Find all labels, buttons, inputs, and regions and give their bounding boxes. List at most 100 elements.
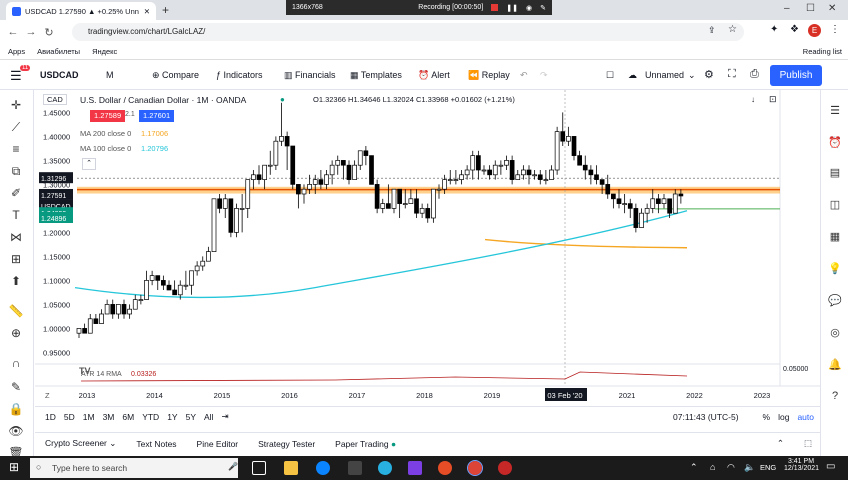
language-indicator[interactable]: ENG	[760, 463, 776, 472]
microphone-icon[interactable]: 🎤	[228, 462, 238, 471]
volume-icon[interactable]: 🔈	[744, 462, 755, 473]
url-field[interactable]: tradingview.com/chart/LGalcLAZ/	[72, 23, 744, 41]
ma200-label[interactable]: MA 200 close 0	[80, 129, 131, 138]
alerts-list-icon[interactable]: ⏰	[828, 136, 842, 149]
camera-icon[interactable]: ◉	[526, 4, 532, 12]
streams-icon[interactable]: ◎	[828, 326, 842, 339]
maximize-panel-icon[interactable]: ⬚	[804, 438, 820, 449]
bookmark-star-icon[interactable]: ☆	[728, 24, 737, 35]
templates-button[interactable]: ▦ Templates	[350, 70, 402, 81]
range-5d[interactable]: 5D	[64, 412, 75, 422]
tab-crypto-screener[interactable]: Crypto Screener ⌄	[45, 438, 116, 449]
layout-icon[interactable]: ☐	[606, 70, 614, 81]
range-5y[interactable]: 5Y	[186, 412, 196, 422]
crosshair-icon[interactable]: ✛	[8, 98, 24, 112]
layout-name[interactable]: Unnamed	[645, 70, 684, 80]
wifi-icon[interactable]: ◠	[727, 462, 735, 473]
chart-area[interactable]: 1.45000 1.40000 1.35000 1.30000 1.20000 1.150…	[35, 90, 820, 406]
tab-strategy-tester[interactable]: Strategy Tester	[258, 439, 315, 449]
interval-selector[interactable]: M	[106, 70, 114, 80]
range-ytd[interactable]: YTD	[142, 412, 159, 422]
share-icon[interactable]: ⇪	[708, 25, 716, 36]
lock-icon[interactable]: 🔒	[8, 402, 24, 416]
range-1y[interactable]: 1Y	[167, 412, 177, 422]
redo-icon[interactable]: ↷	[540, 70, 548, 81]
chrome-icon[interactable]	[467, 460, 483, 476]
ruler-icon[interactable]: 📏	[8, 304, 24, 318]
chrome-alt-icon[interactable]	[438, 461, 452, 475]
trend-line-icon[interactable]: ⟋	[8, 120, 24, 135]
text-tool-icon[interactable]: T	[8, 208, 24, 222]
alert-button[interactable]: ⏰ Alert	[418, 70, 450, 81]
scroll-down-icon[interactable]: ↓	[751, 95, 755, 104]
tray-chevron-icon[interactable]: ⌃	[690, 462, 698, 473]
maximize-pane-icon[interactable]: ⊡	[769, 94, 777, 105]
bookmark-apps[interactable]: Apps	[8, 47, 25, 56]
bookmark-aviabilety[interactable]: Авиабилеты	[37, 47, 80, 56]
symbol-search[interactable]: USDCAD	[40, 70, 79, 80]
layout-chevron-icon[interactable]: ⌄	[688, 70, 696, 81]
clock[interactable]: 3:41 PM 12/13/2021	[784, 458, 819, 472]
range-6m[interactable]: 6M	[122, 412, 134, 422]
snapshot-camera-icon[interactable]: ⎙	[750, 68, 759, 81]
eye-icon[interactable]: 👁	[8, 424, 24, 438]
fib-icon[interactable]: ⧉	[8, 164, 24, 179]
chat-icon[interactable]: 💬	[828, 294, 842, 307]
calendar-icon[interactable]: ▦	[828, 230, 842, 243]
log-toggle[interactable]: log	[778, 412, 789, 422]
edge-icon[interactable]	[316, 461, 330, 475]
reload-icon[interactable]: ↻	[40, 26, 58, 39]
network-icon[interactable]: ⌂	[710, 462, 715, 472]
notifications-icon[interactable]: 🔔	[828, 358, 842, 371]
menu-icon[interactable]: ⋮	[830, 24, 840, 35]
ma100-label[interactable]: MA 100 close 0	[80, 144, 131, 153]
prediction-icon[interactable]: ⊞	[8, 252, 24, 266]
collapse-panel-icon[interactable]: ⌃	[777, 438, 784, 449]
browser-tab[interactable]: USDCAD 1.27590 ▲ +0.25% Unn ✕	[6, 2, 156, 20]
edge-beta-icon[interactable]	[378, 461, 392, 475]
bookmark-yandex[interactable]: Яндекс	[92, 47, 117, 56]
compare-button[interactable]: ⊕ Compare	[152, 70, 199, 81]
minimize-icon[interactable]: –	[784, 3, 790, 14]
puzzle-icon[interactable]: ❖	[790, 24, 799, 35]
main-menu-icon[interactable]: ☰	[10, 68, 22, 84]
sell-price[interactable]: 1.27589	[90, 110, 126, 122]
horizontal-lines-icon[interactable]: ≡	[8, 142, 24, 156]
publish-button[interactable]: Publish	[770, 65, 822, 86]
hotlists-icon[interactable]: ◫	[828, 198, 842, 211]
ideas-icon[interactable]: 💡	[828, 262, 842, 275]
data-window-icon[interactable]: ▤	[828, 166, 842, 179]
recorder-icon[interactable]	[498, 461, 512, 475]
range-1d[interactable]: 1D	[45, 412, 56, 422]
percent-toggle[interactable]: %	[763, 412, 771, 422]
pattern-icon[interactable]: ⋈	[8, 230, 24, 244]
zoom-in-icon[interactable]: ⊕	[8, 326, 24, 340]
replay-button[interactable]: ⏪ Replay	[468, 70, 510, 81]
windows-start-icon[interactable]: ⊞	[9, 460, 19, 474]
watchlist-icon[interactable]: ☰	[828, 104, 842, 117]
collapse-legend-icon[interactable]: ⌃	[82, 158, 96, 170]
stay-drawing-icon[interactable]: ✎	[8, 380, 24, 394]
currency-selector[interactable]: CAD	[43, 94, 67, 105]
taskbar-search[interactable]: ○ Type here to search 🎤	[30, 458, 238, 478]
brush-icon[interactable]: ✐	[8, 186, 24, 200]
icons-tool-icon[interactable]: ⬆	[8, 274, 24, 288]
settings-gear-icon[interactable]: ⚙	[704, 68, 714, 81]
back-icon[interactable]: ←	[4, 26, 22, 38]
indicators-button[interactable]: ƒ Indicators	[216, 70, 263, 80]
auto-toggle[interactable]: auto	[797, 412, 820, 422]
fullscreen-icon[interactable]: ⛶	[728, 68, 736, 81]
pause-record-icon[interactable]: ❚❚	[506, 4, 518, 12]
maximize-icon[interactable]: ☐	[806, 3, 815, 14]
goto-date-icon[interactable]: ⇥	[221, 411, 228, 422]
profile-avatar[interactable]: E	[808, 24, 821, 37]
range-1m[interactable]: 1M	[83, 412, 95, 422]
close-tab-icon[interactable]: ✕	[144, 7, 150, 16]
new-tab-button[interactable]: +	[162, 3, 169, 17]
help-icon[interactable]: ?	[828, 390, 842, 402]
tab-pine-editor[interactable]: Pine Editor	[197, 439, 239, 449]
file-explorer-icon[interactable]	[284, 461, 298, 475]
tab-paper-trading[interactable]: Paper Trading ●	[335, 439, 396, 449]
undo-icon[interactable]: ↶	[520, 70, 528, 81]
task-view-icon[interactable]	[252, 461, 266, 475]
